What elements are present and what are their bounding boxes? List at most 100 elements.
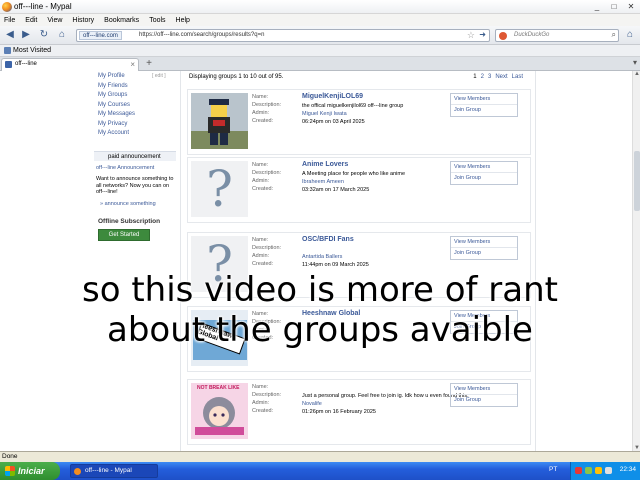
created-label: Created: — [252, 186, 274, 192]
sidebar-link-account[interactable]: My Account — [98, 130, 135, 140]
menu-view[interactable]: View — [47, 17, 62, 24]
next-page-link[interactable]: Next — [495, 74, 507, 80]
join-group-link[interactable]: Join Group — [451, 105, 517, 116]
field-labels: Name: Description: Admin: Created: — [252, 236, 281, 268]
subscription-header: Offline Subscription — [98, 218, 161, 225]
browser-logo-icon — [2, 2, 12, 12]
home-page-icon[interactable]: ⌂ — [624, 29, 636, 41]
maximize-button[interactable]: □ — [607, 1, 621, 12]
most-visited-bookmark[interactable]: Most Visited — [13, 47, 51, 54]
bookmark-folder-icon — [4, 47, 11, 54]
forward-icon[interactable]: ▶ — [20, 29, 32, 41]
sidebar-link-messages[interactable]: My Messages — [98, 111, 135, 121]
view-members-link[interactable]: View Members — [451, 94, 517, 105]
tab-close-icon[interactable]: × — [130, 60, 135, 69]
taskbar: Iniciar off---line - Mypal PT 22:34 — [0, 462, 640, 480]
group-avatar[interactable]: ? — [191, 161, 248, 217]
start-button[interactable]: Iniciar — [0, 462, 60, 480]
navigation-toolbar: ◀ ▶ ↻ ⌂ off---line.com https://off---lin… — [0, 26, 640, 45]
group-avatar[interactable] — [191, 93, 248, 149]
group-created: 11:44pm on 09 March 2025 — [302, 262, 369, 268]
menu-help[interactable]: Help — [176, 17, 190, 24]
vertical-scrollbar[interactable]: ▲ ▼ — [632, 71, 640, 451]
tab-list-icon[interactable]: ▾ — [633, 58, 637, 67]
system-tray: PT 22:34 — [549, 462, 640, 480]
group-avatar[interactable]: NOT BREAK LIKE — [191, 383, 248, 439]
join-group-link[interactable]: Join Group — [451, 395, 517, 406]
url-text[interactable]: https://off---line.com/search/groups/res… — [139, 32, 264, 38]
clock[interactable]: 22:34 — [620, 466, 636, 473]
tray-icons — [575, 467, 612, 474]
address-bar[interactable]: off---line.com https://off---line.com/se… — [76, 29, 490, 42]
announcement-text: Want to announce something to all networ… — [96, 176, 174, 195]
sidebar-link-courses[interactable]: My Courses — [98, 102, 135, 112]
name-label: Name: — [252, 237, 269, 243]
sidebar-link-privacy[interactable]: My Privacy — [98, 121, 135, 131]
created-label: Created: — [252, 408, 274, 414]
language-indicator[interactable]: PT — [549, 466, 557, 473]
group-admin-link[interactable]: Ibraheem Ameen — [302, 179, 344, 185]
view-members-link[interactable]: View Members — [451, 162, 517, 173]
task-label: off---line - Mypal — [85, 467, 132, 474]
menu-edit[interactable]: Edit — [25, 17, 37, 24]
back-icon[interactable]: ◀ — [4, 29, 16, 41]
volume-tray-icon[interactable] — [595, 467, 602, 474]
page-link[interactable]: 2 — [481, 74, 484, 80]
group-actions: View Members Join Group — [450, 161, 518, 185]
group-description: A Meeting place for people who like anim… — [302, 171, 406, 177]
last-page-link[interactable]: Last — [512, 74, 523, 80]
duckduckgo-icon[interactable] — [499, 32, 507, 40]
menu-bookmarks[interactable]: Bookmarks — [104, 17, 139, 24]
announcement-link[interactable]: off---line Announcement — [96, 165, 154, 171]
new-tab-button[interactable]: + — [143, 58, 155, 70]
name-label: Name: — [252, 94, 269, 100]
group-name-link[interactable]: MiguelKenjiLOL69 — [302, 93, 363, 100]
group-results: Displaying groups 1 to 10 out of 95. 1 2… — [180, 71, 536, 451]
go-arrow-icon[interactable]: ➜ — [479, 30, 486, 39]
group-card: NOT BREAK LIKE Name: Description: Admin:… — [187, 379, 531, 445]
status-bar: Done — [0, 451, 640, 462]
device-tray-icon[interactable] — [605, 467, 612, 474]
admin-label: Admin: — [252, 178, 270, 184]
tab-off-line[interactable]: off---line × — [1, 58, 139, 71]
edit-link[interactable]: [ edit ] — [152, 73, 166, 79]
magnifier-icon[interactable]: ⌕ — [612, 30, 616, 40]
group-name-link[interactable]: Anime Lovers — [302, 161, 348, 168]
placeholder-question-icon: ? — [191, 161, 248, 217]
sidebar: My Profile My Friends My Groups My Cours… — [94, 71, 176, 451]
reload-icon[interactable]: ↻ — [38, 29, 50, 41]
window-title-bar[interactable]: off---line - Mypal _ □ ✕ — [0, 0, 640, 14]
group-admin-link[interactable]: Antartida Ballers — [302, 254, 342, 260]
get-started-button[interactable]: Get Started — [98, 229, 150, 241]
network-tray-icon[interactable] — [585, 467, 592, 474]
scrollbar-thumb[interactable] — [634, 151, 640, 211]
search-bar[interactable]: DuckDuckGo ⌕ — [495, 29, 619, 42]
group-admin-link[interactable]: Novalife — [302, 401, 322, 407]
taskbar-browser-item[interactable]: off---line - Mypal — [70, 464, 158, 478]
minimize-button[interactable]: _ — [590, 1, 604, 12]
menu-file[interactable]: File — [4, 17, 15, 24]
close-button[interactable]: ✕ — [624, 1, 638, 12]
group-admin-link[interactable]: Miguel Kenji Iwata — [302, 111, 347, 117]
home-icon[interactable]: ⌂ — [56, 29, 68, 41]
scroll-up-icon[interactable]: ▲ — [633, 71, 640, 77]
announce-something-link[interactable]: » announce something — [100, 201, 156, 207]
bookmark-star-icon[interactable]: ☆ — [467, 30, 475, 41]
site-identity-badge[interactable]: off---line.com — [79, 31, 122, 40]
menu-tools[interactable]: Tools — [149, 17, 165, 24]
group-actions: View Members Join Group — [450, 383, 518, 407]
menu-history[interactable]: History — [72, 17, 94, 24]
sidebar-link-friends[interactable]: My Friends — [98, 83, 135, 93]
security-tray-icon[interactable] — [575, 467, 582, 474]
group-card: ? Name: Description: Admin: Created: Ani… — [187, 157, 531, 223]
group-name-link[interactable]: OSC/BFDI Fans — [302, 236, 354, 243]
page-content: My Profile My Friends My Groups My Cours… — [0, 71, 632, 451]
sidebar-link-groups[interactable]: My Groups — [98, 92, 135, 102]
join-group-link[interactable]: Join Group — [451, 248, 517, 259]
page-link[interactable]: 3 — [488, 74, 491, 80]
view-members-link[interactable]: View Members — [451, 384, 517, 395]
view-members-link[interactable]: View Members — [451, 237, 517, 248]
group-created: 01:26pm on 16 February 2025 — [302, 409, 376, 415]
sidebar-link-profile[interactable]: My Profile — [98, 73, 135, 83]
join-group-link[interactable]: Join Group — [451, 173, 517, 184]
